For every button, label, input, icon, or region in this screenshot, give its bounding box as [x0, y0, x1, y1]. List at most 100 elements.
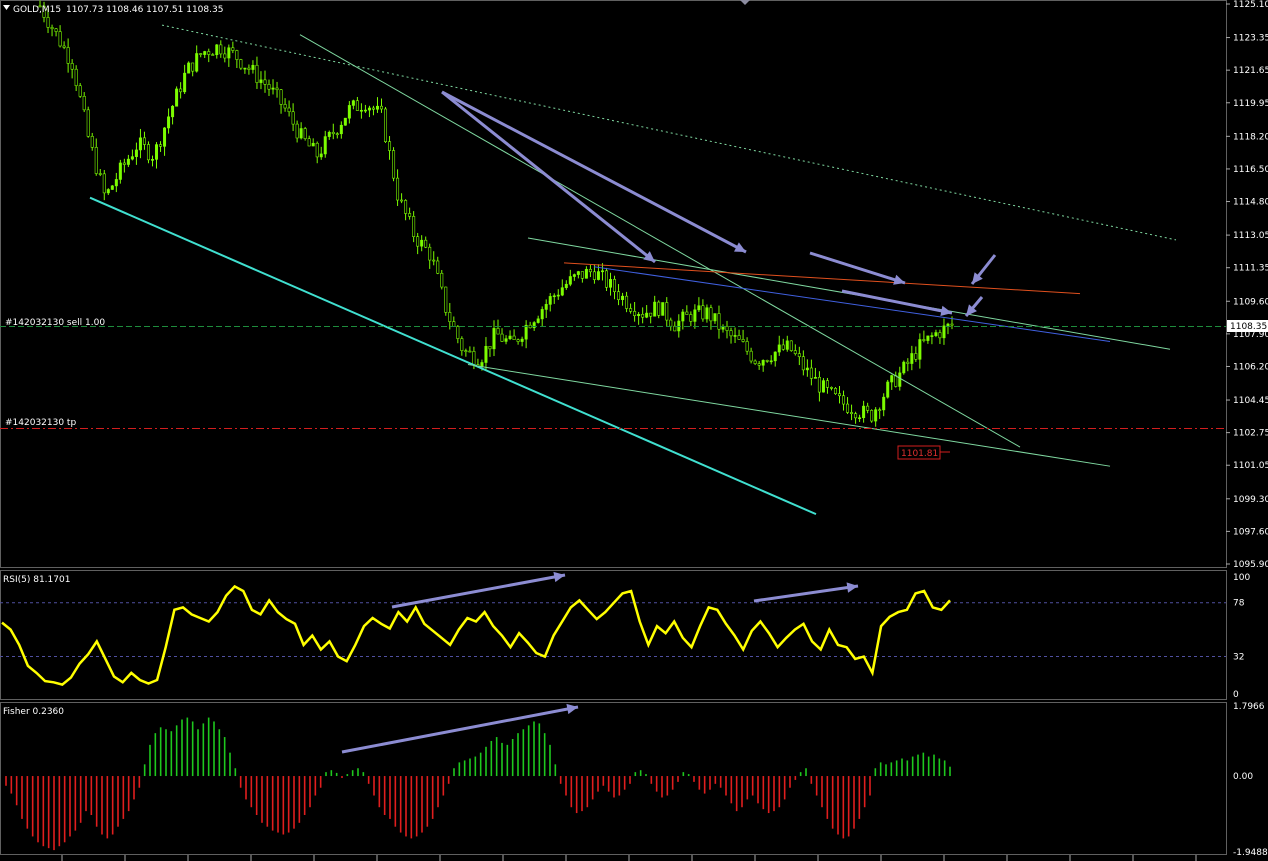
candle-body [781, 344, 785, 350]
candle-body [159, 144, 163, 147]
candle-body [918, 339, 922, 360]
candle-body [693, 309, 697, 322]
candle-body [480, 362, 484, 367]
candle-body [432, 259, 436, 262]
candle-body [500, 333, 504, 342]
rsi-line [1, 584, 951, 686]
candle-body [74, 68, 78, 87]
annotation-arrow [341, 705, 579, 754]
candle-body [817, 377, 821, 393]
candle-body [94, 147, 98, 174]
candle-body [106, 189, 110, 194]
candle-body [805, 367, 809, 371]
candle-body [424, 239, 428, 248]
annotation-arrowhead [893, 274, 905, 285]
price-axis-label: 1123.35 [1233, 34, 1268, 44]
candle-body [203, 51, 207, 55]
candle-body [367, 107, 371, 111]
candle-body [231, 47, 235, 51]
candle-body [351, 100, 355, 106]
candle-body [629, 308, 633, 312]
candle-body [613, 279, 617, 292]
annotation-arrowhead [553, 571, 565, 583]
price-axis-label: 1099.30 [1233, 495, 1268, 505]
candle-body [375, 105, 379, 110]
trend-line-green [299, 34, 1021, 448]
candle-body [468, 350, 472, 353]
candle-body [371, 107, 375, 110]
candle-body [508, 335, 512, 340]
trend-line-blue [593, 266, 1111, 343]
candle-body [420, 239, 424, 247]
candle-body [335, 133, 339, 136]
price-axis-label: 1118.20 [1233, 132, 1268, 142]
candle-body [195, 53, 199, 72]
candle-body [685, 311, 689, 315]
candle-body [404, 200, 408, 214]
candle-body [657, 301, 661, 316]
candle-body [838, 393, 842, 397]
candle-body [689, 314, 693, 322]
candle-body [568, 276, 572, 285]
rsi-axis-label: 32 [1233, 653, 1244, 663]
fisher-axis: 1.7966 0.00 -1.9488 [1233, 702, 1268, 858]
candle-body [737, 335, 741, 340]
candle-body [821, 380, 825, 393]
trading-chart[interactable]: GOLD,M15 1107.73 1108.46 1107.51 1108.35… [0, 0, 1268, 861]
candle-body [524, 324, 528, 340]
chart-menu-triangle-icon[interactable] [3, 5, 10, 10]
annotation-arrowhead [566, 703, 578, 715]
candle-body [600, 270, 604, 273]
candle-body [315, 142, 319, 158]
chart-symbol: GOLD,M15 [13, 5, 61, 15]
candle-body [303, 128, 307, 139]
price-axis-label: 1106.20 [1233, 362, 1268, 372]
candle-body [78, 85, 82, 97]
price-axis-label: 1104.45 [1233, 396, 1268, 406]
candle-body [858, 417, 862, 420]
candle-body [436, 260, 440, 274]
chart-ohlc: 1107.73 1108.46 1107.51 1108.35 [66, 5, 223, 15]
candle-body [625, 295, 629, 309]
candle-body [906, 361, 910, 364]
candle-body [416, 236, 420, 247]
candle-body [765, 360, 769, 362]
candle-body [854, 413, 858, 419]
candle-body [118, 162, 122, 180]
candle-body [384, 108, 388, 142]
candle-body [773, 351, 777, 362]
candle-body [130, 156, 134, 160]
scroll-marker-icon[interactable] [740, 0, 750, 5]
candle-body [516, 339, 520, 342]
candle-body [580, 271, 584, 279]
candle-body [440, 272, 444, 288]
candle-body [355, 100, 359, 111]
price-axis-label: 1102.75 [1233, 429, 1268, 439]
candle-body [898, 372, 902, 387]
candle-body [363, 109, 367, 112]
candle-body [846, 403, 850, 413]
candle-body [464, 350, 468, 353]
candle-body [733, 335, 737, 337]
candle-body [874, 409, 878, 422]
candle-body [187, 62, 191, 74]
candle-body [777, 344, 781, 353]
candle-body [705, 307, 709, 320]
candle-body [942, 325, 946, 339]
candle-body [259, 79, 263, 83]
candle-body [492, 328, 496, 350]
candle-body [572, 274, 576, 277]
price-axis: 1125.10 1123.35 1121.65 1119.95 1118.20 1116.… [1226, 0, 1268, 570]
candle-body [207, 51, 211, 55]
candle-body [408, 213, 412, 217]
candle-body [114, 179, 118, 187]
candle-body [86, 109, 90, 137]
candle-body [255, 64, 259, 83]
candle-body [167, 116, 171, 129]
price-axis-label: 1097.60 [1233, 527, 1268, 537]
candle-body [66, 47, 70, 64]
tp-order-label: #142032130 tp [5, 418, 76, 428]
candle-body [797, 353, 801, 358]
candle-body [102, 173, 106, 194]
trend-line-green [467, 364, 1111, 467]
